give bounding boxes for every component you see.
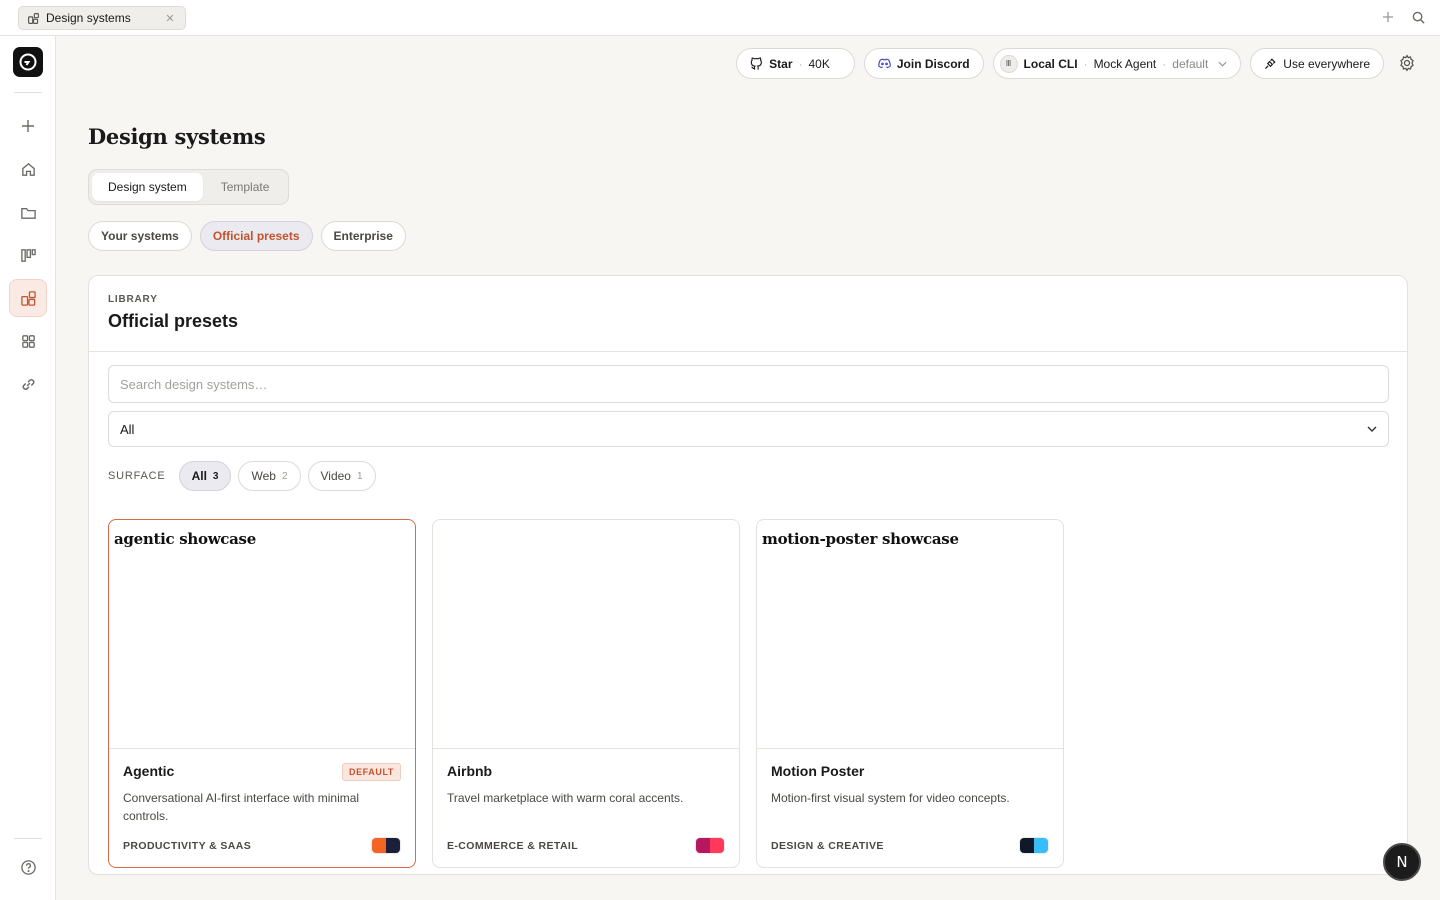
agent-profile: default <box>1172 56 1209 71</box>
segment-template[interactable]: Template <box>205 173 286 201</box>
surface-label: SURFACE <box>108 470 166 482</box>
surface-chip-label: All <box>191 469 207 483</box>
new-icon[interactable] <box>9 107 47 145</box>
card-description: Motion-first visual system for video con… <box>771 791 1010 805</box>
agent-source: Local CLI <box>1023 56 1078 71</box>
title-bar: Design systems ✕ <box>0 0 1440 36</box>
top-actions: Star · 40K Join Discord Ⅲ Local CLI · Mo… <box>736 48 1384 79</box>
app-logo[interactable] <box>13 47 43 77</box>
gear-icon[interactable] <box>1396 52 1418 74</box>
surface-chip-count: 2 <box>281 470 288 482</box>
preset-card-agentic[interactable]: agentic showcase Agentic DEFAULT Convers… <box>108 519 416 868</box>
card-preview <box>433 520 739 749</box>
surface-chip-video[interactable]: Video 1 <box>307 461 376 491</box>
swatch-color-2 <box>710 838 724 853</box>
use-everywhere-label: Use everywhere <box>1283 56 1370 71</box>
category-select[interactable]: All <box>108 411 1389 447</box>
surface-chip-count: 3 <box>212 470 219 482</box>
chip-official-presets[interactable]: Official presets <box>199 221 313 251</box>
swatch-color-2 <box>1034 838 1048 853</box>
swatch-color-1 <box>372 838 386 853</box>
card-preview: motion-poster showcase <box>757 520 1063 749</box>
panel-header: LIBRARY Official presets <box>89 276 1407 352</box>
segment-design-system[interactable]: Design system <box>92 173 203 201</box>
card-name: Airbnb <box>447 763 493 779</box>
color-swatch <box>695 837 725 854</box>
window-tab[interactable]: Design systems ✕ <box>18 6 186 30</box>
use-everywhere-button[interactable]: Use everywhere <box>1250 48 1384 79</box>
card-description: Conversational AI-first interface with m… <box>123 791 360 823</box>
preset-card-airbnb[interactable]: Airbnb Travel marketplace with warm cora… <box>432 519 740 868</box>
sidebar-divider <box>14 92 42 93</box>
agent-selector[interactable]: Ⅲ Local CLI · Mock Agent · default <box>992 48 1242 79</box>
star-count: 40K <box>808 56 830 71</box>
chip-enterprise[interactable]: Enterprise <box>320 221 406 251</box>
agent-avatar: Ⅲ <box>999 54 1018 73</box>
surface-chip-count: 1 <box>356 470 363 482</box>
new-tab-icon[interactable] <box>1380 9 1396 25</box>
card-body: Agentic DEFAULT Conversational AI-first … <box>109 749 415 867</box>
panel-eyebrow: LIBRARY <box>108 294 158 305</box>
link-icon[interactable] <box>9 365 47 403</box>
grid-icon[interactable] <box>9 322 47 360</box>
panel-title: Official presets <box>108 311 239 331</box>
preset-cards: agentic showcase Agentic DEFAULT Convers… <box>108 519 1064 868</box>
card-category: DESIGN & CREATIVE <box>771 840 884 852</box>
category-select-value: All <box>120 421 135 437</box>
help-icon[interactable] <box>9 848 47 886</box>
surface-chip-label: Video <box>320 469 351 483</box>
chevron-down-icon <box>1218 61 1227 67</box>
color-swatch <box>371 837 401 854</box>
type-segmented-control: Design system Template <box>88 169 290 205</box>
separator-dot: · <box>798 56 803 71</box>
close-icon[interactable]: ✕ <box>163 12 177 25</box>
sidebar-divider <box>14 838 42 839</box>
plug-icon <box>1264 57 1277 70</box>
default-badge: DEFAULT <box>341 763 401 781</box>
folder-icon[interactable] <box>9 193 47 231</box>
surface-chip-label: Web <box>251 469 276 483</box>
card-body: Motion Poster Motion-first visual system… <box>757 749 1063 867</box>
card-description: Travel marketplace with warm coral accen… <box>447 791 684 805</box>
github-icon <box>750 57 763 70</box>
card-category: PRODUCTIVITY & SAAS <box>123 840 252 852</box>
preview-text: motion-poster showcase <box>762 530 959 548</box>
discord-label: Join Discord <box>896 56 970 71</box>
discord-icon <box>878 58 891 69</box>
surface-chip-all[interactable]: All 3 <box>178 461 232 491</box>
sidebar <box>0 36 56 900</box>
preview-text: agentic showcase <box>114 530 256 548</box>
color-swatch <box>1019 837 1049 854</box>
preset-card-motion-poster[interactable]: motion-poster showcase Motion Poster Mot… <box>756 519 1064 868</box>
assistant-button[interactable]: N <box>1383 843 1421 881</box>
card-category: E-COMMERCE & RETAIL <box>447 840 579 852</box>
card-body: Airbnb Travel marketplace with warm cora… <box>433 749 739 867</box>
separator-dot: · <box>1162 56 1167 71</box>
card-name: Motion Poster <box>771 763 865 779</box>
github-star-button[interactable]: Star · 40K <box>736 48 855 79</box>
star-label: Star <box>769 56 793 71</box>
surface-filter: SURFACE All 3 Web 2 Video 1 <box>108 461 376 491</box>
library-panel: LIBRARY Official presets All SURFACE All… <box>88 275 1408 875</box>
home-icon[interactable] <box>9 150 47 188</box>
join-discord-button[interactable]: Join Discord <box>863 48 984 79</box>
swatch-color-1 <box>696 838 710 853</box>
swatch-color-1 <box>1020 838 1034 853</box>
design-systems-icon <box>27 12 40 25</box>
surface-chip-web[interactable]: Web 2 <box>238 461 301 491</box>
swatch-color-2 <box>386 838 400 853</box>
board-icon[interactable] <box>9 236 47 274</box>
chevron-down-icon <box>1367 426 1377 432</box>
chip-your-systems[interactable]: Your systems <box>88 221 192 251</box>
search-icon[interactable] <box>1410 9 1426 25</box>
source-filter-chips: Your systems Official presets Enterprise <box>88 221 406 251</box>
design-systems-icon[interactable] <box>9 279 47 317</box>
page-title: Design systems <box>88 124 266 149</box>
tab-label: Design systems <box>46 11 131 25</box>
search-input[interactable] <box>108 365 1389 403</box>
card-preview: agentic showcase <box>109 520 415 749</box>
agent-name: Mock Agent <box>1093 56 1157 71</box>
separator-dot: · <box>1083 56 1088 71</box>
